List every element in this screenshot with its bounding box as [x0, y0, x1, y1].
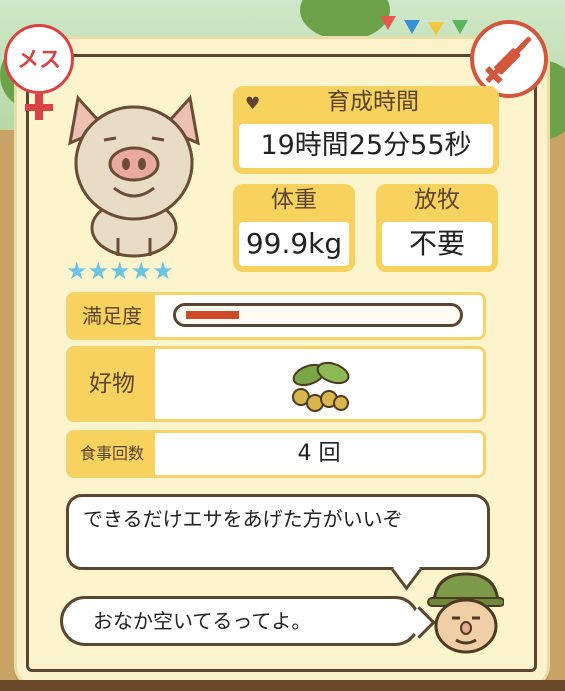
- farmer-avatar[interactable]: [426, 568, 504, 654]
- soybean-icon: [292, 361, 350, 412]
- favorite-food-row: 好物: [66, 346, 486, 422]
- female-symbol-icon: メス: [4, 24, 74, 94]
- weight-box: 体重 99.9kg: [233, 184, 355, 272]
- grazing-label: 放牧: [414, 187, 460, 213]
- satisfaction-row: 満足度: [66, 292, 486, 340]
- hunger-speech-bubble: おなか空いてるってよ。: [60, 596, 436, 646]
- gender-label: メス: [16, 48, 61, 73]
- growth-time-box: ♥ 育成時間 19時間25分55秒: [233, 86, 499, 174]
- weight-value: 99.9kg: [239, 222, 349, 266]
- bottom-bar: [0, 680, 565, 691]
- pig-illustration[interactable]: [60, 88, 208, 258]
- meal-count-value: 4 回: [297, 441, 341, 466]
- meal-count-row: 食事回数 4 回: [66, 430, 486, 478]
- pig-eye-left: [103, 136, 117, 142]
- satisfaction-gauge-fill: [186, 311, 239, 319]
- rating-stars: ★★★★★: [66, 257, 174, 285]
- pig-snout: [108, 146, 160, 182]
- advice-speech-bubble: できるだけエサをあげた方がいいぞ: [66, 494, 490, 591]
- grazing-box: 放牧 不要: [376, 184, 498, 272]
- syringe-icon: [484, 36, 532, 84]
- satisfaction-label: 満足度: [69, 295, 155, 337]
- hunger-text: おなか空いてるってよ。: [93, 609, 312, 633]
- pig-eye-right: [151, 136, 165, 142]
- female-symbol-bar: [25, 104, 53, 111]
- bunting-flag: [404, 20, 420, 34]
- growth-time-value: 19時間25分55秒: [239, 124, 493, 168]
- bunting-flag: [380, 16, 396, 30]
- advice-text: できるだけエサをあげた方がいいぞ: [83, 507, 403, 531]
- weight-label: 体重: [271, 187, 317, 213]
- bunting-flag: [428, 22, 444, 36]
- grazing-value: 不要: [382, 222, 492, 266]
- bunting-flag: [452, 20, 468, 34]
- growth-time-label: 育成時間: [327, 89, 419, 115]
- meal-count-label: 食事回数: [69, 433, 155, 475]
- satisfaction-gauge: [173, 303, 463, 327]
- favorite-food-label: 好物: [69, 349, 155, 419]
